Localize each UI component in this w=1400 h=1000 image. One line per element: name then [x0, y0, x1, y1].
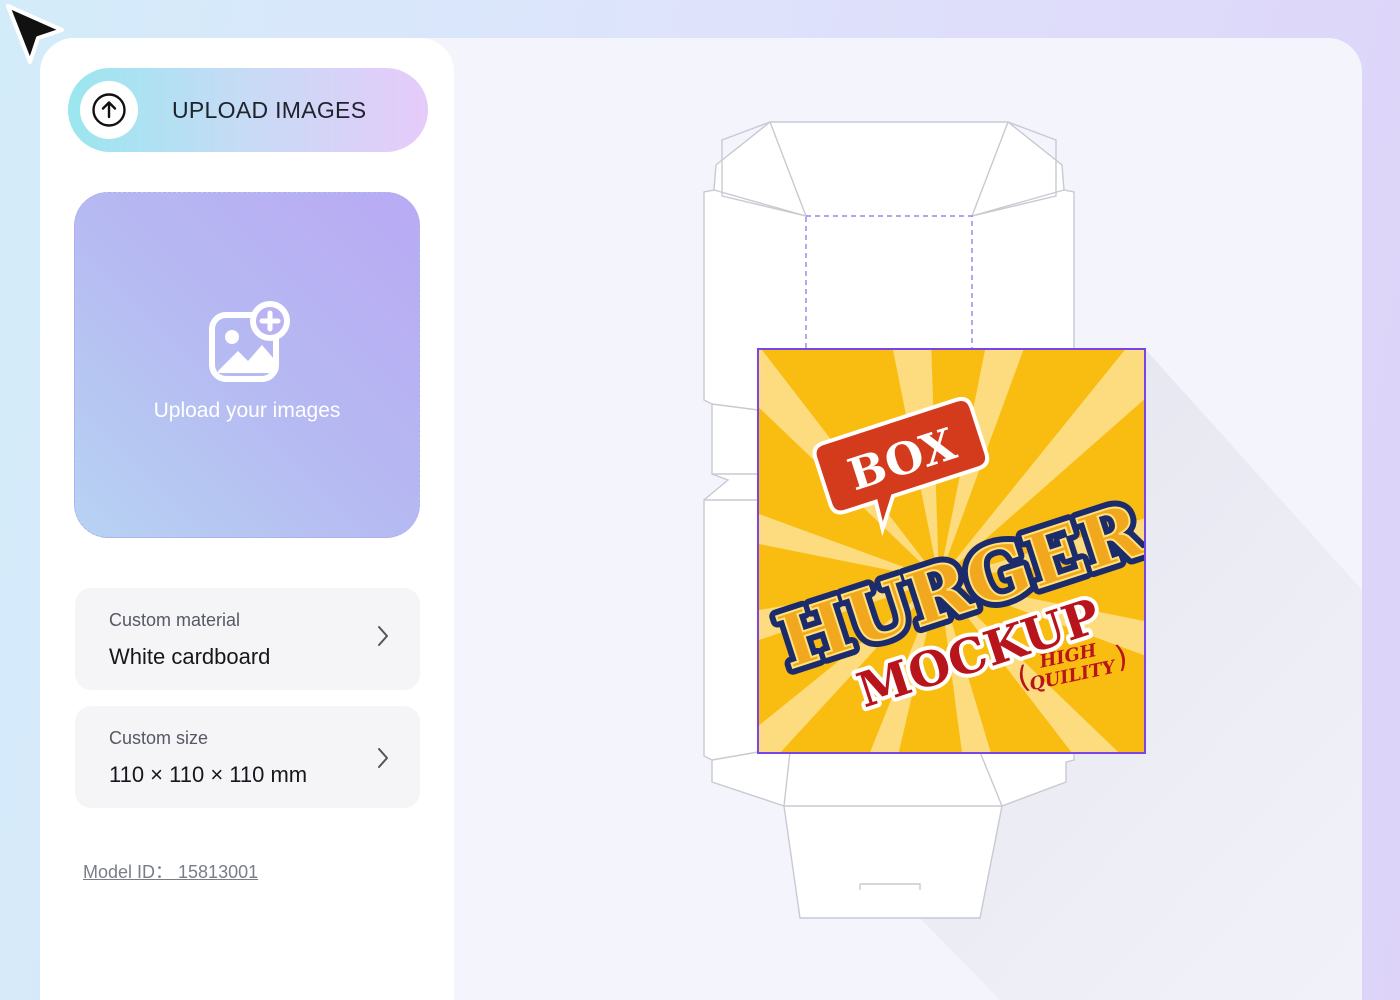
arrow-up-circle-icon: [80, 81, 138, 139]
size-selector[interactable]: Custom size 110 × 110 × 110 mm: [75, 706, 420, 808]
material-value: White cardboard: [109, 644, 271, 669]
upload-images-button[interactable]: UPLOAD IMAGES: [68, 68, 428, 152]
model-id-link[interactable]: Model ID： 15813001: [83, 858, 258, 884]
chevron-right-icon: [378, 748, 388, 768]
artwork-graphic: BOX HURGER HURGER MOCKUP MOCKUP HIGH QUI…: [759, 350, 1144, 752]
sidebar: UPLOAD IMAGES Upload your images Custom …: [40, 38, 454, 1000]
size-caption: Custom size: [109, 728, 209, 748]
material-selector[interactable]: Custom material White cardboard: [75, 588, 420, 690]
dropzone-label: Upload your images: [153, 399, 341, 422]
uploaded-artwork[interactable]: BOX HURGER HURGER MOCKUP MOCKUP HIGH QUI…: [757, 348, 1146, 754]
image-dropzone[interactable]: Upload your images: [74, 192, 420, 538]
add-image-icon: [208, 301, 290, 388]
chevron-right-icon: [378, 626, 388, 646]
material-caption: Custom material: [109, 610, 241, 630]
size-value: 110 × 110 × 110 mm: [109, 762, 308, 787]
upload-images-label: UPLOAD IMAGES: [172, 97, 367, 123]
